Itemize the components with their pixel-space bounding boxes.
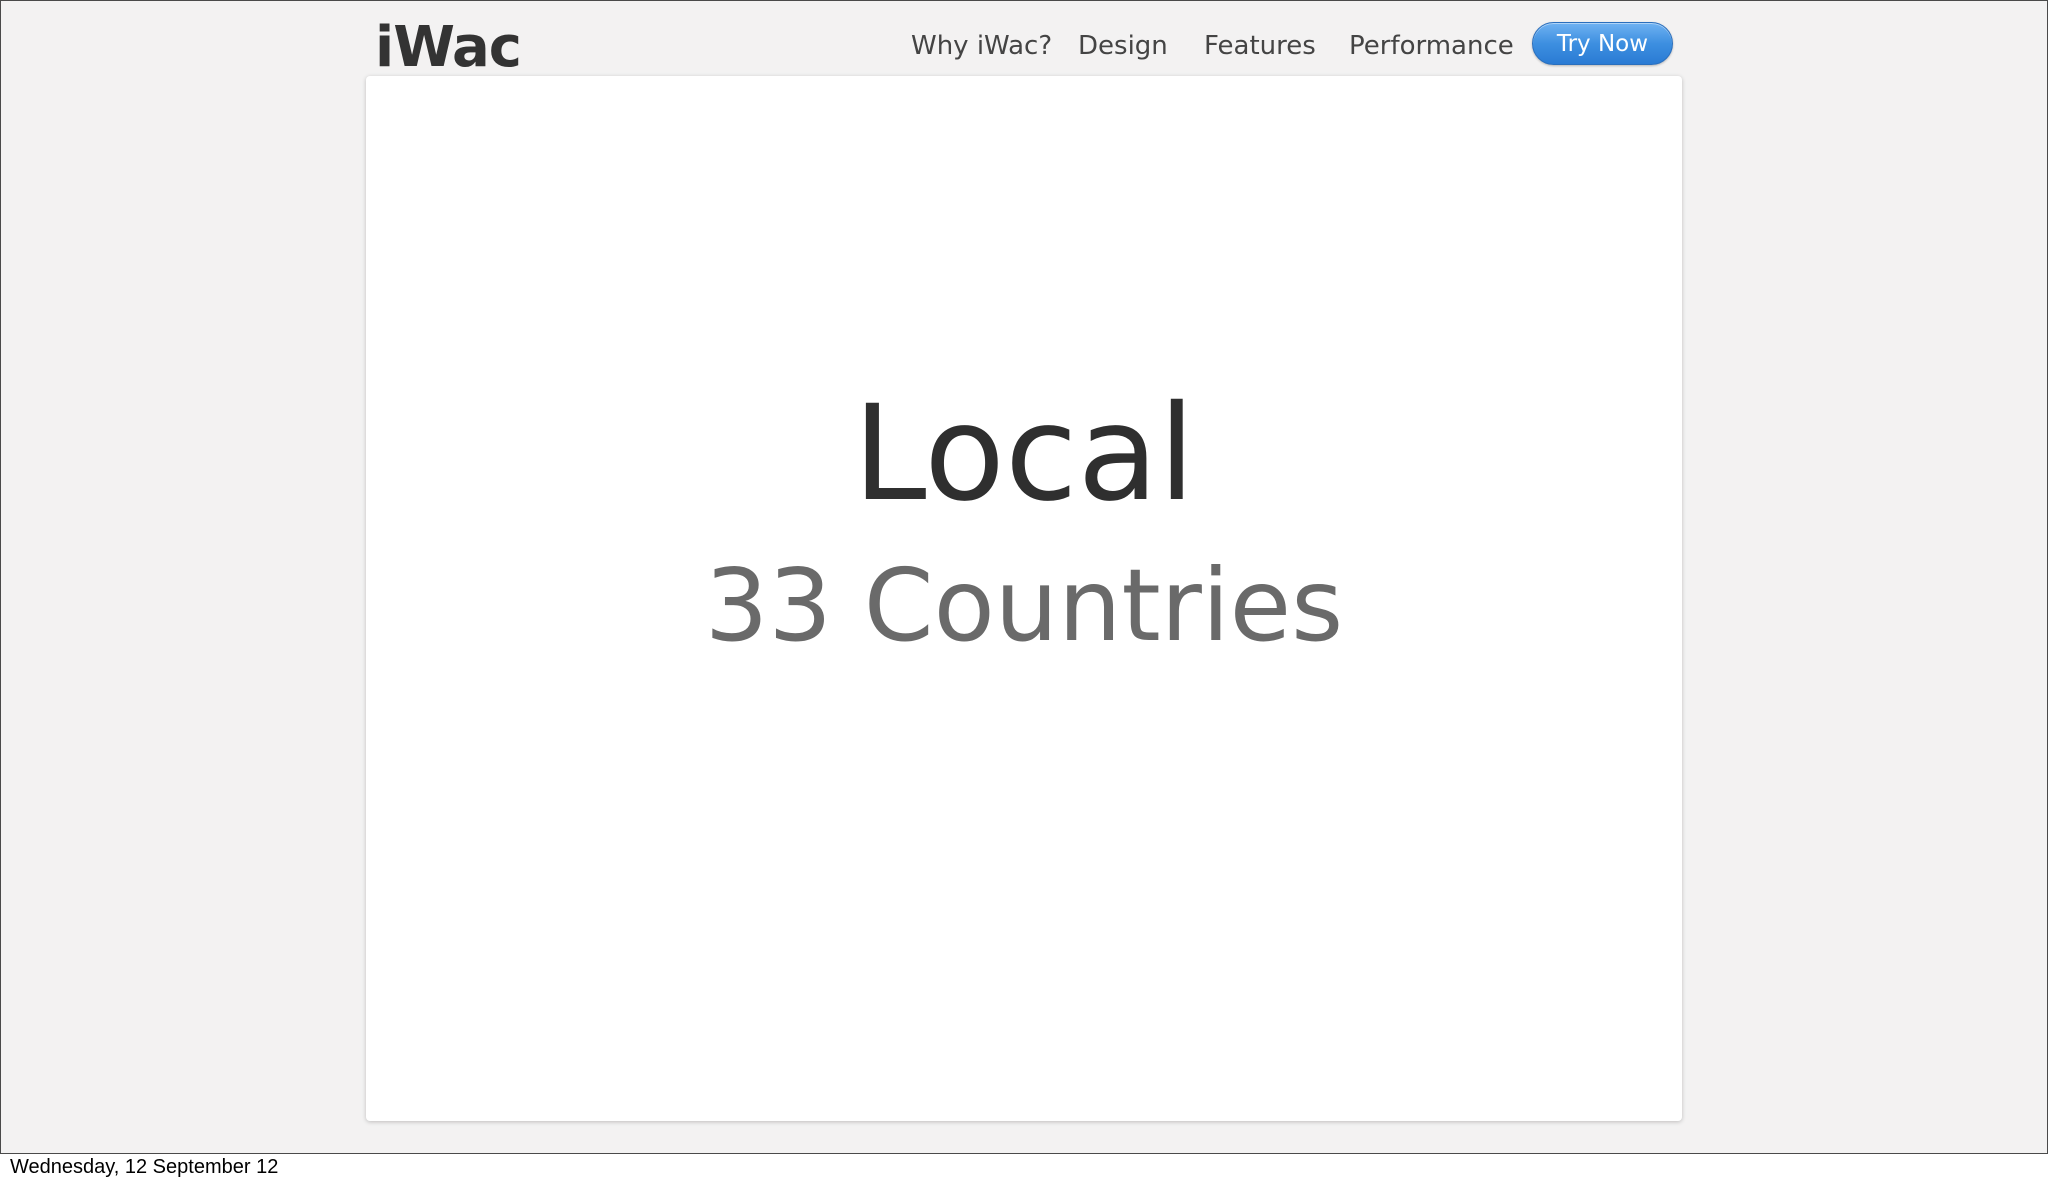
page-subheadline: 33 Countries	[704, 547, 1344, 664]
site-header: iWac Why iWac? Design Features Performan…	[1, 1, 2047, 80]
page-headline: Local	[852, 377, 1196, 531]
slide-frame: iWac Why iWac? Design Features Performan…	[0, 0, 2048, 1154]
nav-link-design[interactable]: Design	[1078, 29, 1168, 63]
nav-link-features[interactable]: Features	[1204, 29, 1316, 63]
nav-link-why-iwac[interactable]: Why iWac?	[911, 29, 1052, 63]
site-logo[interactable]: iWac	[375, 15, 522, 81]
nav-link-performance[interactable]: Performance	[1349, 29, 1514, 63]
footer-date: Wednesday, 12 September 12	[10, 1156, 279, 1178]
try-now-button[interactable]: Try Now	[1532, 22, 1673, 65]
content-panel: Local 33 Countries	[366, 76, 1682, 1121]
